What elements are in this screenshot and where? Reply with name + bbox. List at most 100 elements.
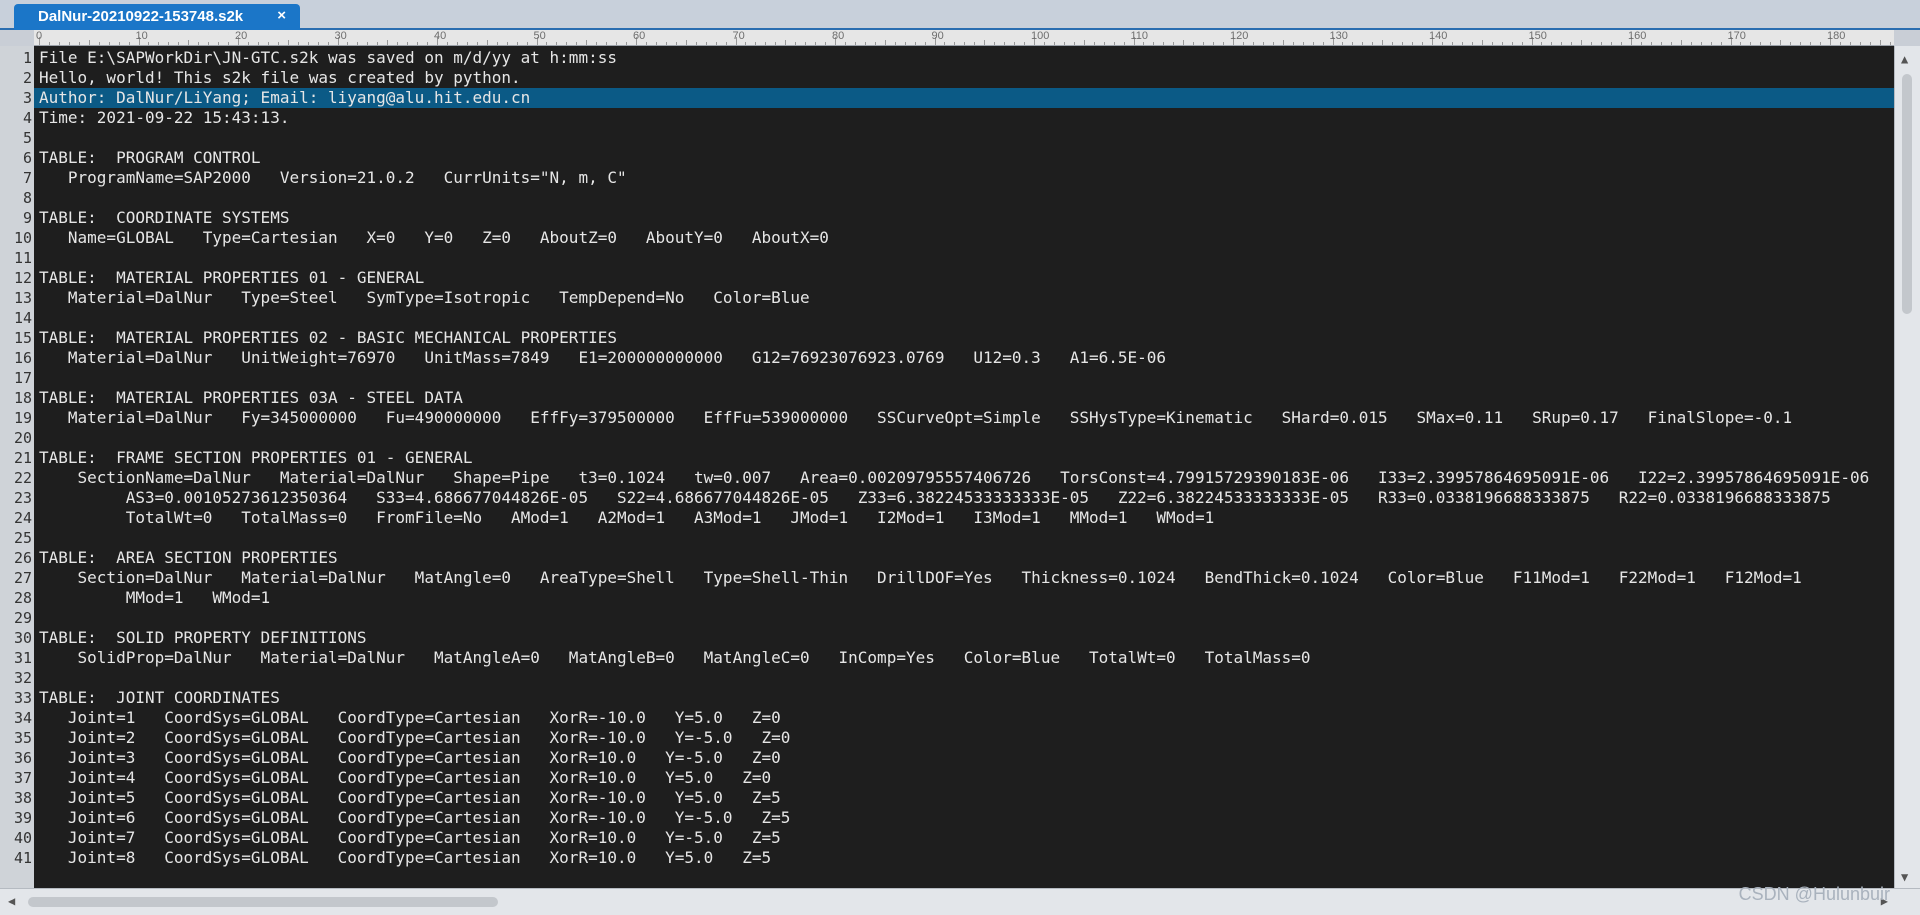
editor-line[interactable]: Joint=3 CoordSys=GLOBAL CoordType=Cartes… bbox=[39, 748, 1894, 768]
editor-line[interactable]: Material=DalNur UnitWeight=76970 UnitMas… bbox=[39, 348, 1894, 368]
editor-line[interactable]: Author: DalNur/LiYang; Email: liyang@alu… bbox=[34, 88, 1894, 108]
editor-line[interactable] bbox=[39, 248, 1894, 268]
editor-line[interactable]: Hello, world! This s2k file was created … bbox=[39, 68, 1894, 88]
editor-line[interactable] bbox=[39, 608, 1894, 628]
ruler-label: 30 bbox=[334, 30, 347, 42]
vertical-scroll-thumb[interactable] bbox=[1902, 74, 1912, 314]
editor-line[interactable]: Material=DalNur Fy=345000000 Fu=49000000… bbox=[39, 408, 1894, 428]
editor-line[interactable]: TABLE: PROGRAM CONTROL bbox=[39, 148, 1894, 168]
ruler-tick bbox=[1660, 42, 1662, 45]
ruler-tick bbox=[825, 42, 827, 45]
editor-line[interactable] bbox=[39, 428, 1894, 448]
line-number-gutter: 1 2 3 4 5 6 7 8 9 10 11 12 13 14 15 16 17 18 19 20 21 22 23 24 2… bbox=[0, 46, 34, 888]
ruler-label: 100 bbox=[1031, 30, 1050, 42]
editor-line[interactable]: Joint=8 CoordSys=GLOBAL CoordType=Cartes… bbox=[39, 848, 1894, 868]
ruler-label: 50 bbox=[533, 30, 546, 42]
ruler-label: 120 bbox=[1230, 30, 1249, 42]
editor-line[interactable]: SectionName=DalNur Material=DalNur Shape… bbox=[39, 468, 1894, 488]
ruler-tick bbox=[974, 42, 976, 45]
editor-line[interactable]: TABLE: FRAME SECTION PROPERTIES 01 - GEN… bbox=[39, 448, 1894, 468]
editor-line[interactable]: TABLE: SOLID PROPERTY DEFINITIONS bbox=[39, 628, 1894, 648]
editor-line[interactable]: SolidProp=DalNur Material=DalNur MatAngl… bbox=[39, 648, 1894, 668]
editor-line[interactable]: Material=DalNur Type=Steel SymType=Isotr… bbox=[39, 288, 1894, 308]
editor-line[interactable]: TABLE: JOINT COORDINATES bbox=[39, 688, 1894, 708]
ruler-tick bbox=[1839, 42, 1841, 45]
ruler-tick bbox=[1889, 42, 1891, 45]
ruler-tick bbox=[705, 42, 707, 45]
editor-line[interactable]: TABLE: MATERIAL PROPERTIES 01 - GENERAL bbox=[39, 268, 1894, 288]
line-number: 3 bbox=[22, 89, 32, 107]
ruler-tick bbox=[277, 42, 279, 45]
editor-line[interactable]: Joint=7 CoordSys=GLOBAL CoordType=Cartes… bbox=[39, 828, 1894, 848]
ruler-tick bbox=[884, 40, 886, 45]
ruler-tick bbox=[1720, 42, 1722, 45]
line-number: 39 bbox=[13, 809, 32, 827]
line-number: 12 bbox=[13, 269, 32, 287]
ruler-tick bbox=[1640, 42, 1642, 45]
editor-line[interactable] bbox=[39, 308, 1894, 328]
ruler-tick bbox=[158, 42, 160, 45]
ruler-tick bbox=[685, 40, 687, 45]
file-tab[interactable]: DalNur-20210922-153748.s2k × bbox=[14, 4, 300, 30]
editor-line[interactable]: Joint=2 CoordSys=GLOBAL CoordType=Cartes… bbox=[39, 728, 1894, 748]
vertical-scrollbar[interactable]: ▲ ▼ bbox=[1894, 46, 1920, 888]
scroll-left-arrow-icon[interactable]: ◀ bbox=[8, 894, 15, 908]
line-number: 2 bbox=[22, 69, 32, 87]
editor-line[interactable] bbox=[39, 368, 1894, 388]
line-number: 33 bbox=[13, 689, 32, 707]
editor-line[interactable]: MMod=1 WMod=1 bbox=[39, 588, 1894, 608]
ruler-tick bbox=[556, 42, 558, 45]
ruler-tick bbox=[1392, 42, 1394, 45]
file-tab-label: DalNur-20210922-153748.s2k bbox=[38, 8, 244, 25]
editor-line[interactable] bbox=[39, 528, 1894, 548]
editor-line[interactable]: ProgramName=SAP2000 Version=21.0.2 CurrU… bbox=[39, 168, 1894, 188]
ruler-tick bbox=[367, 42, 369, 45]
editor-line[interactable]: Joint=5 CoordSys=GLOBAL CoordType=Cartes… bbox=[39, 788, 1894, 808]
editor-line[interactable]: TABLE: COORDINATE SYSTEMS bbox=[39, 208, 1894, 228]
editor-line[interactable]: Time: 2021-09-22 15:43:13. bbox=[39, 108, 1894, 128]
horizontal-scrollbar[interactable]: ◀ ▶ bbox=[0, 888, 1920, 915]
ruler-tick bbox=[247, 42, 249, 45]
ruler-tick bbox=[476, 42, 478, 45]
text-editor[interactable]: File E:\SAPWorkDir\JN-GTC.s2k was saved … bbox=[34, 46, 1894, 888]
editor-line[interactable]: TotalWt=0 TotalMass=0 FromFile=No AMod=1… bbox=[39, 508, 1894, 528]
ruler-tick bbox=[108, 42, 110, 45]
ruler-tick bbox=[148, 42, 150, 45]
ruler-tick bbox=[1103, 42, 1105, 45]
scroll-up-arrow-icon[interactable]: ▲ bbox=[1901, 52, 1908, 66]
editor-line[interactable]: TABLE: MATERIAL PROPERTIES 02 - BASIC ME… bbox=[39, 328, 1894, 348]
ruler-tick bbox=[1481, 40, 1483, 45]
editor-line[interactable]: Joint=1 CoordSys=GLOBAL CoordType=Cartes… bbox=[39, 708, 1894, 728]
horizontal-scroll-thumb[interactable] bbox=[28, 897, 498, 907]
editor-line[interactable]: TABLE: AREA SECTION PROPERTIES bbox=[39, 548, 1894, 568]
editor-line[interactable]: Joint=4 CoordSys=GLOBAL CoordType=Cartes… bbox=[39, 768, 1894, 788]
ruler-tick bbox=[1601, 42, 1603, 45]
editor-line[interactable]: Name=GLOBAL Type=Cartesian X=0 Y=0 Z=0 A… bbox=[39, 228, 1894, 248]
ruler-tick bbox=[317, 42, 319, 45]
ruler-tick bbox=[228, 42, 230, 45]
editor-line[interactable]: AS3=0.00105273612350364 S33=4.6866770448… bbox=[39, 488, 1894, 508]
line-number: 34 bbox=[13, 709, 32, 727]
editor-line[interactable]: TABLE: MATERIAL PROPERTIES 03A - STEEL D… bbox=[39, 388, 1894, 408]
ruler-tick bbox=[1382, 40, 1384, 45]
ruler-tick bbox=[596, 42, 598, 45]
close-icon[interactable]: × bbox=[277, 7, 286, 24]
ruler-tick bbox=[1849, 42, 1851, 45]
editor-line[interactable] bbox=[39, 668, 1894, 688]
editor-line[interactable]: File E:\SAPWorkDir\JN-GTC.s2k was saved … bbox=[39, 48, 1894, 68]
ruler-tick bbox=[795, 42, 797, 45]
line-number: 29 bbox=[13, 609, 32, 627]
scroll-down-arrow-icon[interactable]: ▼ bbox=[1901, 870, 1908, 884]
ruler-tick bbox=[785, 40, 787, 45]
ruler-tick bbox=[1203, 42, 1205, 45]
ruler-tick bbox=[964, 42, 966, 45]
ruler-label: 150 bbox=[1528, 30, 1547, 42]
editor-line[interactable]: Joint=6 CoordSys=GLOBAL CoordType=Cartes… bbox=[39, 808, 1894, 828]
editor-line[interactable] bbox=[39, 128, 1894, 148]
ruler-tick bbox=[1611, 42, 1613, 45]
editor-line[interactable]: Section=DalNur Material=DalNur MatAngle=… bbox=[39, 568, 1894, 588]
ruler-tick bbox=[1511, 42, 1513, 45]
editor-line[interactable] bbox=[39, 188, 1894, 208]
ruler-tick bbox=[924, 42, 926, 45]
ruler-tick bbox=[1402, 42, 1404, 45]
